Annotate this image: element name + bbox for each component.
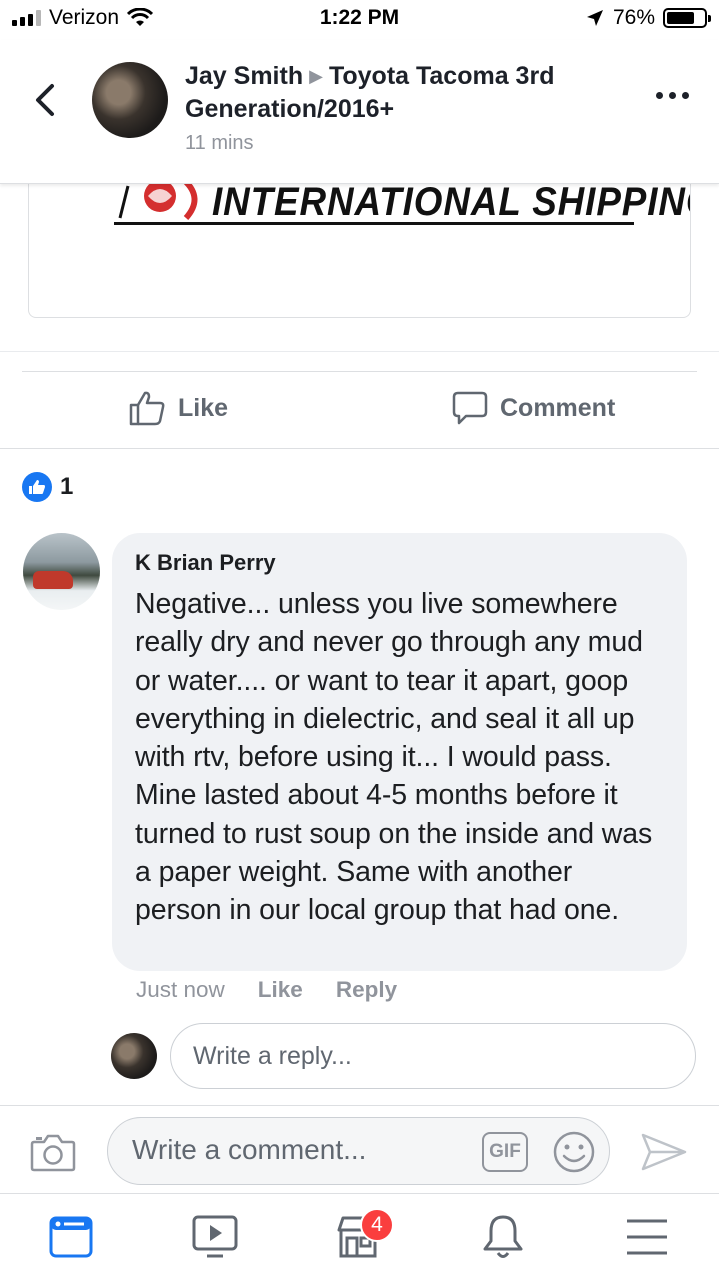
- reply-input[interactable]: [170, 1023, 696, 1089]
- comment-reply-button[interactable]: Reply: [336, 977, 397, 1003]
- comment-bubble-icon: [452, 391, 488, 425]
- author-name[interactable]: Jay Smith: [185, 62, 303, 90]
- logo-underline: [114, 222, 634, 225]
- commenter-avatar[interactable]: [23, 533, 100, 610]
- arrow-right-icon: ▶: [309, 66, 323, 86]
- status-right: 76%: [585, 6, 711, 30]
- author-avatar[interactable]: [92, 62, 168, 138]
- tab-news-feed[interactable]: [43, 1214, 99, 1260]
- status-bar: Verizon 1:22 PM 76%: [0, 0, 719, 40]
- tab-menu[interactable]: [619, 1214, 675, 1260]
- thumbs-up-icon: [129, 391, 165, 426]
- comment-input-box[interactable]: GIF: [107, 1117, 610, 1185]
- comment-button[interactable]: Comment: [452, 390, 615, 426]
- menu-icon: [627, 1219, 667, 1255]
- reaction-summary[interactable]: 1: [22, 472, 73, 502]
- marketplace-badge: 4: [360, 1208, 394, 1242]
- comment-bubble: K Brian Perry Negative... unless you liv…: [112, 533, 687, 971]
- back-arrow-icon[interactable]: [28, 80, 64, 120]
- comment-label: Comment: [500, 393, 616, 422]
- battery-percent: 76%: [612, 6, 655, 29]
- emoji-icon[interactable]: [552, 1130, 596, 1174]
- comment-input[interactable]: [132, 1118, 472, 1182]
- tab-bar: 4: [0, 1193, 719, 1279]
- comment-like-button[interactable]: Like: [258, 977, 303, 1003]
- tab-notifications[interactable]: [475, 1214, 531, 1260]
- post-actions: Like Comment: [0, 372, 719, 448]
- tab-watch[interactable]: [187, 1214, 243, 1260]
- send-icon[interactable]: [640, 1132, 688, 1172]
- bell-icon: [483, 1215, 523, 1258]
- like-button[interactable]: Like: [128, 390, 228, 426]
- divider: [0, 351, 719, 352]
- post-title: Jay Smith ▶ Toyota Tacoma 3rd Generation/2…: [185, 60, 625, 126]
- reaction-count: 1: [60, 473, 74, 500]
- comment-time: Just now: [136, 977, 225, 1002]
- logo-text: INTERNATIONAL SHIPPING: [212, 180, 691, 224]
- comment-meta: Just now Like Reply: [136, 977, 397, 1003]
- divider: [0, 448, 719, 449]
- post-header: Jay Smith ▶ Toyota Tacoma 3rd Generation/2…: [0, 40, 719, 184]
- battery-icon: [663, 8, 711, 28]
- video-icon: [192, 1215, 238, 1258]
- battery-fill: [667, 12, 695, 24]
- tab-marketplace[interactable]: 4: [330, 1208, 394, 1260]
- comment-text: Negative... unless you live somewhere re…: [135, 588, 653, 927]
- post-time: 11 mins: [185, 132, 254, 154]
- location-arrow-icon: [586, 10, 603, 26]
- comment-composer: GIF: [0, 1105, 719, 1193]
- news-feed-icon: [49, 1216, 93, 1258]
- like-reaction-icon: [22, 472, 52, 502]
- globe-logo-icon: [118, 178, 198, 221]
- my-avatar: [111, 1033, 157, 1079]
- commenter-name[interactable]: K Brian Perry: [135, 549, 665, 577]
- camera-icon[interactable]: [30, 1132, 76, 1172]
- gif-button[interactable]: GIF: [482, 1132, 528, 1172]
- shipping-logo: INTERNATIONAL SHIPPING: [114, 178, 690, 226]
- more-options-icon[interactable]: [656, 92, 689, 99]
- like-label: Like: [178, 393, 229, 422]
